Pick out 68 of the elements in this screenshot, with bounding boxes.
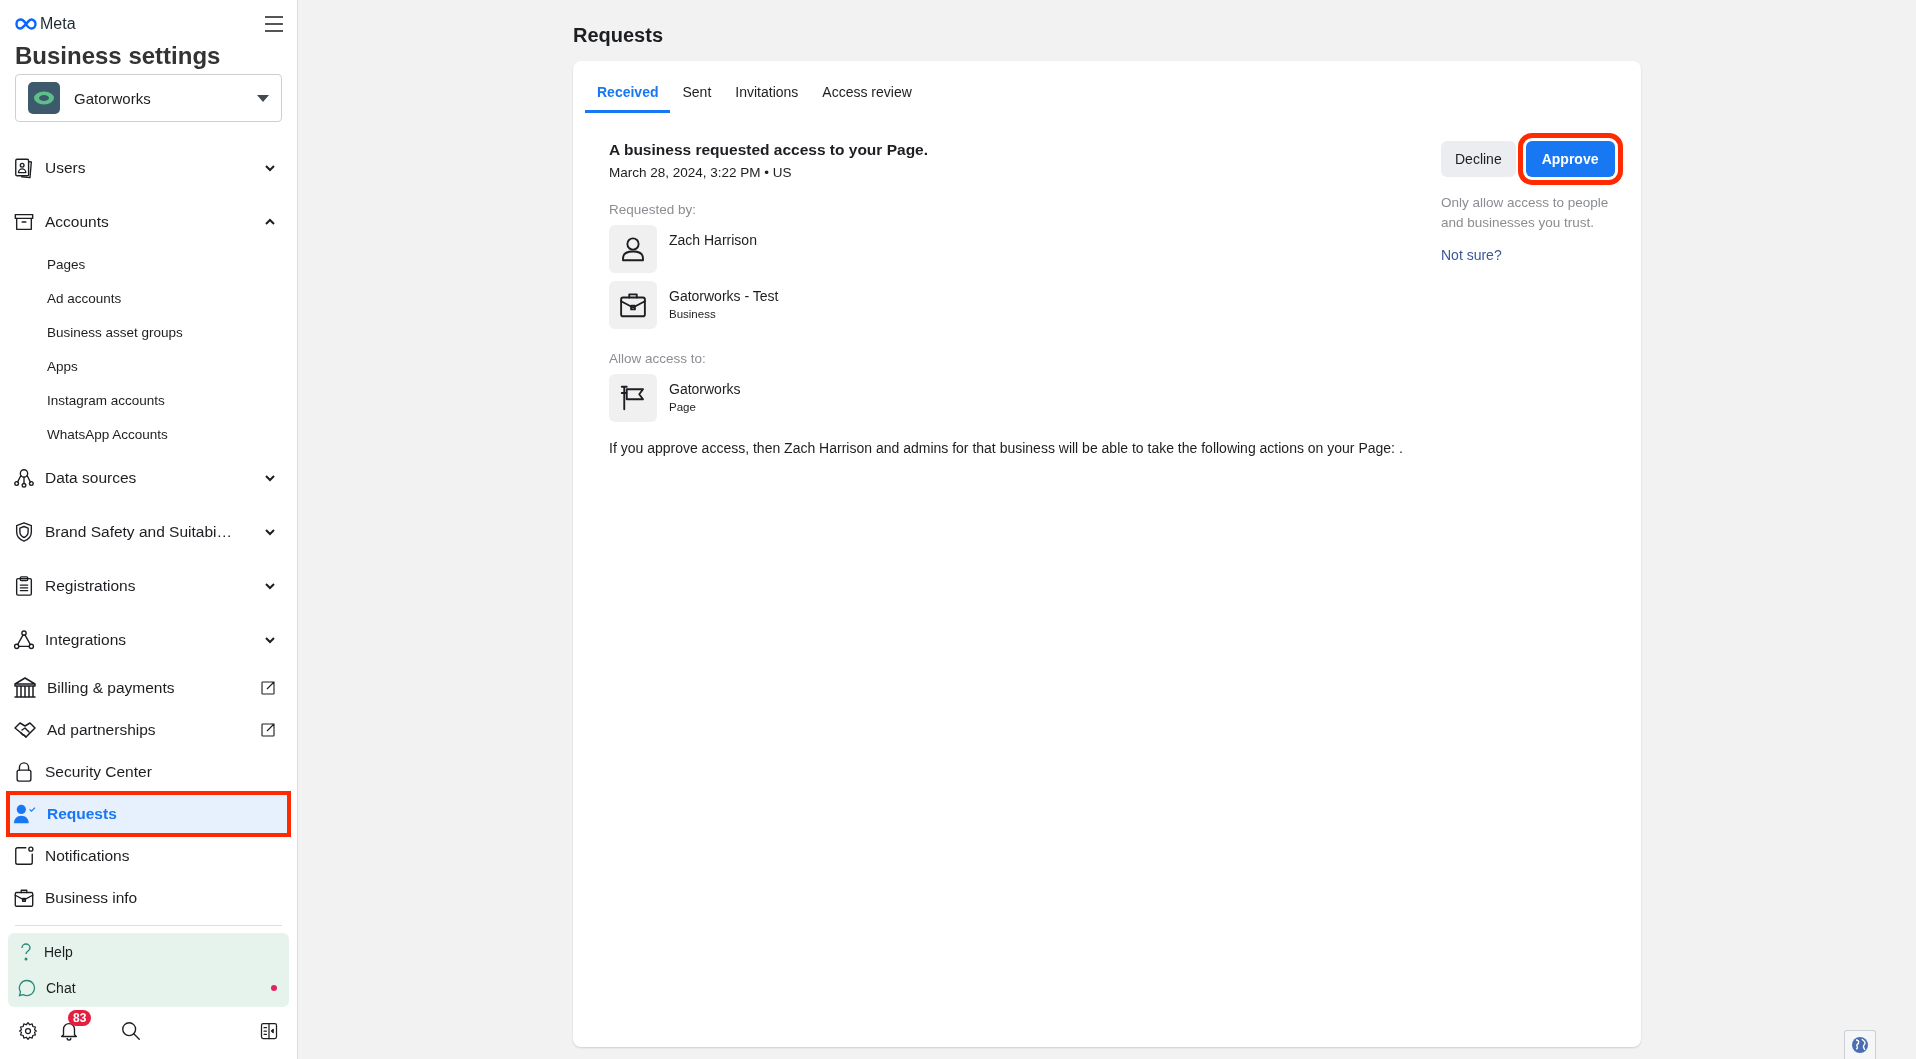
nav-item[interactable]: Security Center (8, 751, 289, 793)
tab[interactable]: Received (585, 73, 671, 113)
nav-item[interactable]: Registrations (8, 559, 289, 613)
search-icon (120, 1020, 142, 1042)
briefcase-icon (13, 887, 35, 909)
menu-icon[interactable] (265, 16, 283, 32)
section-label: Allow access to: (609, 351, 707, 366)
request-date: March 28, 2024, 3:22 PM • US (609, 165, 793, 180)
question-mark-icon (18, 943, 34, 961)
request-summary: If you approve access, then Zach Harrison and admins for that business will be able to take the following actions on your Page: . (609, 440, 1404, 456)
nav-subitem[interactable]: Instagram accounts (8, 383, 289, 417)
bell-icon (58, 1020, 80, 1042)
nav-item[interactable]: Business info (8, 877, 289, 919)
id-badge-icon (13, 157, 35, 179)
language-button[interactable] (1844, 1030, 1876, 1059)
tab[interactable]: Sent (670, 73, 724, 113)
infinity-logo-icon (15, 18, 37, 30)
padlock-icon (13, 761, 35, 783)
nav-subitem[interactable]: Business asset groups (8, 315, 289, 349)
nav-item[interactable]: Brand Safety and Suitabi… (8, 505, 289, 559)
speech-bubble-icon (18, 979, 36, 997)
nav-subitem[interactable]: Apps (8, 349, 289, 383)
nav-item[interactable]: Users (8, 141, 289, 195)
tab[interactable]: Access review (810, 73, 924, 113)
entity-name: Gatorworks - Test (669, 288, 779, 304)
support-item[interactable]: Chat (8, 970, 289, 1006)
notification-badge: 83 (68, 1010, 92, 1026)
page-title: Requests (573, 24, 665, 47)
nav-item[interactable]: Requests (8, 793, 289, 835)
request-title: A business requested access to your Page. (609, 141, 930, 159)
tab[interactable]: Invitations (723, 73, 811, 113)
globe-icon (1851, 1036, 1869, 1054)
triangle-nodes-icon (13, 629, 35, 651)
external-link-icon (259, 679, 277, 697)
nav-item[interactable]: Billing & payments (8, 667, 289, 709)
briefcase-icon (618, 290, 648, 320)
section-label: Requested by: (609, 202, 698, 217)
panel-toggle-icon (259, 1021, 279, 1041)
network-nodes-icon (13, 467, 35, 489)
business-selector[interactable]: Gatorworks (15, 74, 282, 122)
nav-item[interactable]: Ad partnerships (8, 709, 289, 751)
support-item[interactable]: Help (8, 934, 289, 970)
external-link-icon (259, 721, 277, 739)
entity-name: Zach Harrison (669, 232, 757, 248)
nav-item[interactable]: Integrations (8, 613, 289, 667)
settings-icon (18, 1021, 38, 1041)
logo-text: Meta (40, 15, 76, 33)
nav-subitem[interactable]: Ad accounts (8, 281, 289, 315)
entity-type: Page (669, 401, 697, 413)
entity-name: Gatorworks (669, 381, 741, 397)
entity-type: Business (669, 308, 717, 320)
clipboard-icon (13, 575, 35, 597)
bell-square-icon (13, 845, 35, 867)
nav-item[interactable]: Accounts (8, 195, 289, 249)
shield-icon (13, 521, 35, 543)
trust-note: Only allow access to people and businesses you trust. (1441, 194, 1610, 232)
archive-box-icon (13, 211, 35, 233)
dropdown-caret-icon (257, 94, 269, 102)
bank-building-icon (13, 676, 37, 700)
nav-subitem[interactable]: WhatsApp Accounts (8, 417, 289, 451)
business-logo-icon (28, 82, 60, 114)
nav-subitem[interactable]: Pages (8, 247, 289, 281)
decline-button[interactable]: Decline (1441, 141, 1516, 177)
nav-item[interactable]: Notifications (8, 835, 289, 877)
help-link[interactable]: Not sure? (1441, 247, 1617, 263)
nav-item[interactable]: Data sources (8, 451, 289, 505)
app-title: Business settings (15, 42, 222, 70)
person-check-icon (13, 803, 37, 825)
